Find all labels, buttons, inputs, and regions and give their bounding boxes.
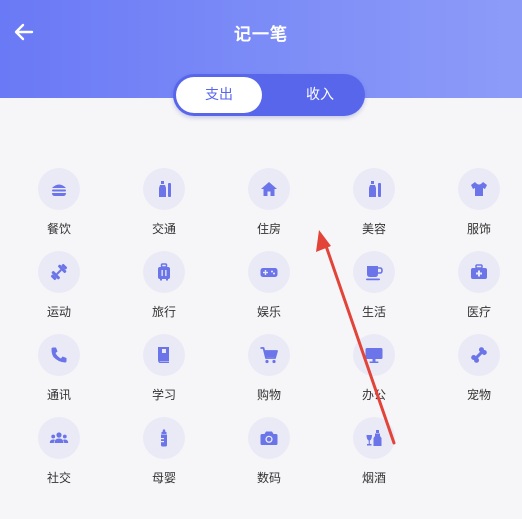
category-label: 办公 <box>361 388 386 402</box>
category-label: 通讯 <box>46 388 71 402</box>
category-label: 烟酒 <box>361 471 386 485</box>
book-icon <box>158 347 169 363</box>
gamepad-icon <box>260 268 278 277</box>
category-label: 住房 <box>256 222 281 236</box>
bottle-icon <box>369 181 381 197</box>
baby-bottle-icon <box>161 429 167 447</box>
category-item[interactable]: 数码 <box>216 417 320 497</box>
category-icon-circle <box>248 417 290 459</box>
category-label: 生活 <box>361 305 386 319</box>
category-icon-circle <box>353 168 395 210</box>
category-item[interactable]: 旅行 <box>111 251 215 331</box>
camera-icon <box>260 431 278 445</box>
bone-icon <box>471 347 487 363</box>
category-item[interactable]: 娱乐 <box>216 251 320 331</box>
category-icon-circle <box>143 168 185 210</box>
category-icon-circle <box>353 417 395 459</box>
burger-icon <box>52 184 66 196</box>
category-item[interactable]: 医疗 <box>426 251 522 331</box>
monitor-icon <box>365 348 383 363</box>
category-icon-circle <box>458 334 500 376</box>
page-title: 记一笔 <box>234 25 288 45</box>
category-icon-circle <box>353 334 395 376</box>
category-icon-circle <box>38 251 80 293</box>
category-item[interactable]: 学习 <box>111 334 215 414</box>
tshirt-icon <box>471 182 487 196</box>
dumbbell-icon <box>50 263 68 281</box>
category-icon-circle <box>38 168 80 210</box>
category-item[interactable]: 交通 <box>111 168 215 248</box>
category-icon-circle <box>143 334 185 376</box>
category-icon-circle <box>248 251 290 293</box>
category-item[interactable]: 办公 <box>321 334 425 414</box>
category-label: 餐饮 <box>46 222 71 236</box>
medical-kit-icon <box>471 264 487 279</box>
category-item[interactable]: 社交 <box>6 417 110 497</box>
category-icon-circle <box>38 334 80 376</box>
category-label: 旅行 <box>151 305 176 319</box>
category-icon-circle <box>458 251 500 293</box>
tab-income[interactable]: 收入 <box>277 74 363 116</box>
tab-expense[interactable]: 支出 <box>176 77 262 113</box>
category-item[interactable]: 服饰 <box>426 168 522 248</box>
bottle-icon <box>159 181 171 197</box>
people-icon <box>49 432 69 443</box>
category-item[interactable]: 宠物 <box>426 334 522 414</box>
category-icon-circle <box>143 417 185 459</box>
category-label: 交通 <box>151 222 176 236</box>
category-label: 购物 <box>256 388 281 402</box>
category-label: 学习 <box>151 388 176 402</box>
category-label: 社交 <box>46 471 71 485</box>
phone-icon <box>51 347 67 363</box>
category-label: 娱乐 <box>256 305 281 319</box>
cart-icon <box>260 347 278 364</box>
expense-income-toggle: 支出 收入 <box>173 74 365 116</box>
category-label: 运动 <box>46 305 71 319</box>
category-label: 数码 <box>256 471 281 485</box>
category-icon-circle <box>353 251 395 293</box>
category-label: 医疗 <box>466 305 491 319</box>
category-item[interactable]: 通讯 <box>6 334 110 414</box>
category-label: 母婴 <box>151 471 176 485</box>
category-label: 服饰 <box>466 222 491 236</box>
category-label: 宠物 <box>466 388 491 402</box>
category-item[interactable]: 运动 <box>6 251 110 331</box>
category-icon-circle <box>248 168 290 210</box>
category-item[interactable]: 购物 <box>216 334 320 414</box>
category-icon-circle <box>38 417 80 459</box>
category-item[interactable]: 生活 <box>321 251 425 331</box>
mug-icon <box>366 266 383 281</box>
category-item[interactable]: 餐饮 <box>6 168 110 248</box>
category-icon-circle <box>248 334 290 376</box>
category-item[interactable]: 母婴 <box>111 417 215 497</box>
category-item[interactable]: 美容 <box>321 168 425 248</box>
category-item[interactable]: 烟酒 <box>321 417 425 497</box>
category-item[interactable]: 住房 <box>216 168 320 248</box>
category-icon-circle <box>458 168 500 210</box>
category-label: 美容 <box>361 222 386 236</box>
suitcase-icon <box>158 263 170 281</box>
home-icon <box>261 182 277 196</box>
category-icon-circle <box>143 251 185 293</box>
wine-icon <box>366 430 382 446</box>
